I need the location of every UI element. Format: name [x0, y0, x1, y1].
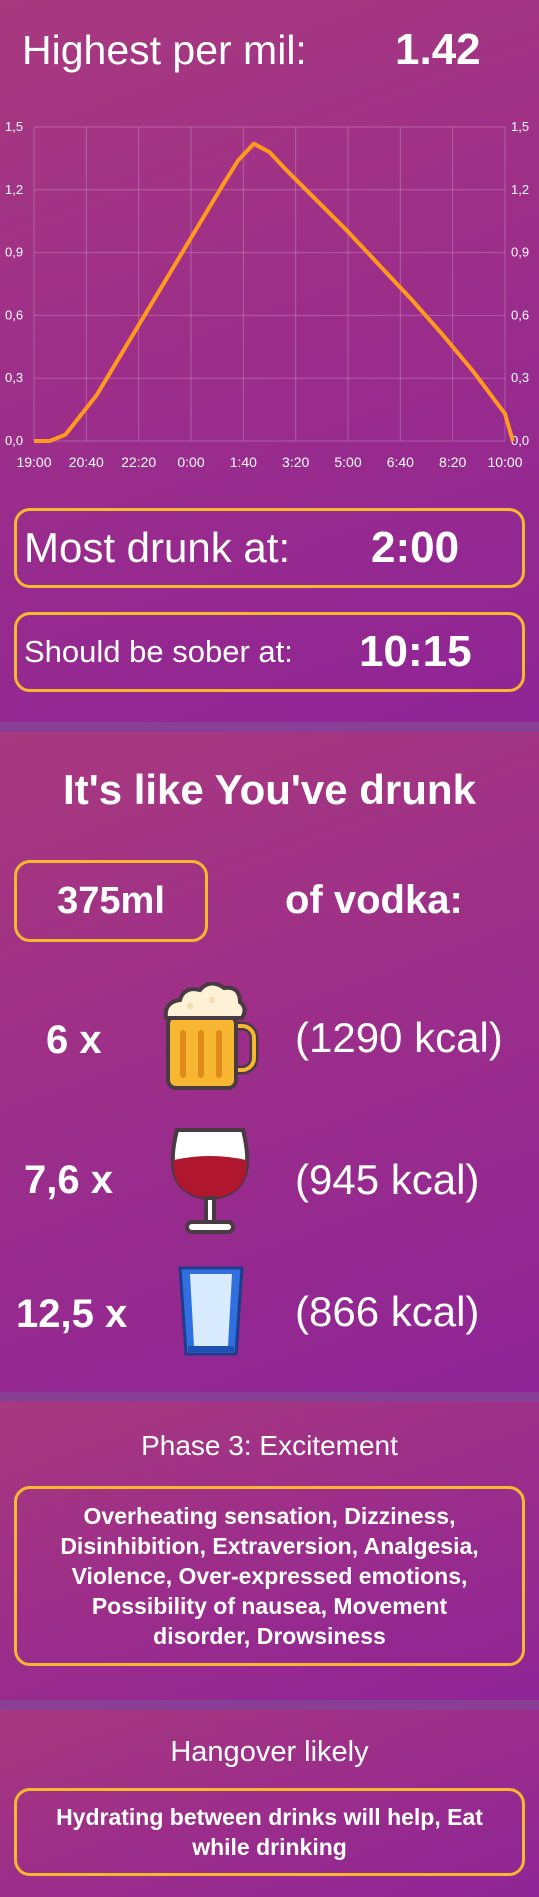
y-tick-left: 1,2 — [5, 182, 23, 197]
hangover-section: Hangover likely Hydrating between drinks… — [0, 1710, 539, 1897]
hangover-advice: Hydrating between drinks will help, Eat … — [56, 1804, 483, 1860]
beer-mug-icon — [160, 981, 260, 1097]
x-tick-label: 5:00 — [334, 454, 361, 470]
y-tick-right: 0,6 — [511, 307, 529, 322]
highest-per-mil-value: 1.42 — [395, 25, 481, 74]
section-divider-3 — [0, 1700, 539, 1710]
section-divider — [0, 722, 539, 732]
most-drunk-value: 2:00 — [371, 523, 460, 572]
x-tick-label: 1:40 — [230, 454, 257, 470]
x-tick-label: 20:40 — [69, 454, 104, 470]
hangover-advice-box: Hydrating between drinks will help, Eat … — [14, 1788, 525, 1876]
shot-glass-icon — [176, 1264, 246, 1365]
x-tick-label: 8:20 — [439, 454, 466, 470]
section-divider-2 — [0, 1392, 539, 1402]
x-tick-label: 0:00 — [177, 454, 204, 470]
x-tick-label: 22:20 — [121, 454, 156, 470]
y-tick-right: 0,9 — [511, 245, 529, 260]
shot-row: 12,5 x (866 kcal) — [0, 1256, 539, 1376]
most-drunk-label: Most drunk at: — [24, 524, 291, 571]
sober-at-label: Should be sober at: — [24, 634, 293, 669]
phase-title: Phase 3: Excitement — [141, 1430, 398, 1461]
y-tick-left: 0,0 — [5, 433, 23, 448]
of-vodka-label: of vodka: — [285, 878, 463, 922]
sober-at-value: 10:15 — [359, 627, 472, 676]
per-mil-line — [34, 141, 515, 443]
y-tick-right: 1,2 — [511, 182, 529, 197]
y-tick-right: 0,3 — [511, 370, 529, 385]
x-tick-label: 6:40 — [387, 454, 414, 470]
x-tick-label: 3:20 — [282, 454, 309, 470]
per-mil-chart: 0,00,30,60,91,21,5 0,00,30,60,91,21,5 19… — [5, 119, 529, 470]
shot-kcal: (866 kcal) — [295, 1288, 480, 1335]
sober-at-box: Should be sober at: 10:15 — [14, 612, 525, 692]
wine-row: 7,6 x (945 kcal) — [0, 1124, 539, 1244]
beer-kcal: (1290 kcal) — [295, 1014, 503, 1061]
y-tick-left: 0,9 — [5, 245, 23, 260]
summary-section: Highest per mil: 1.42 0,0 0,3 0,6 0,9 1,2 1,5… — [0, 0, 539, 722]
vodka-amount-box: 375ml — [14, 860, 208, 942]
beer-row: 6 x (1290 kcal) — [0, 981, 539, 1102]
wine-count: 7,6 x — [24, 1158, 113, 1202]
vodka-amount: 375ml — [57, 879, 165, 922]
wine-kcal: (945 kcal) — [295, 1156, 480, 1203]
y-tick-left: 1,5 — [5, 119, 23, 134]
y-tick-left: 0,6 — [5, 307, 23, 322]
most-drunk-box: Most drunk at: 2:00 — [14, 508, 525, 588]
x-tick-label: 10:00 — [487, 454, 522, 470]
equivalent-section: It's like You've drunk 375ml of vodka: 6… — [0, 732, 539, 1392]
y-tick-left: 0,3 — [5, 370, 23, 385]
phase-section: Phase 3: Excitement Overheating sensatio… — [0, 1402, 539, 1700]
shot-count: 12,5 x — [16, 1292, 128, 1336]
phase-description: Overheating sensation, Dizziness, Disinh… — [60, 1503, 479, 1649]
beer-count: 6 x — [46, 1018, 102, 1062]
phase-description-box: Overheating sensation, Dizziness, Disinh… — [14, 1486, 525, 1666]
y-tick-right: 1,5 — [511, 119, 529, 134]
equivalent-title: It's like You've drunk — [63, 766, 476, 813]
hangover-title: Hangover likely — [170, 1736, 369, 1768]
wine-glass-icon — [165, 1124, 255, 1243]
x-tick-label: 19:00 — [16, 454, 51, 470]
highest-per-mil-label: Highest per mil: — [22, 27, 307, 73]
